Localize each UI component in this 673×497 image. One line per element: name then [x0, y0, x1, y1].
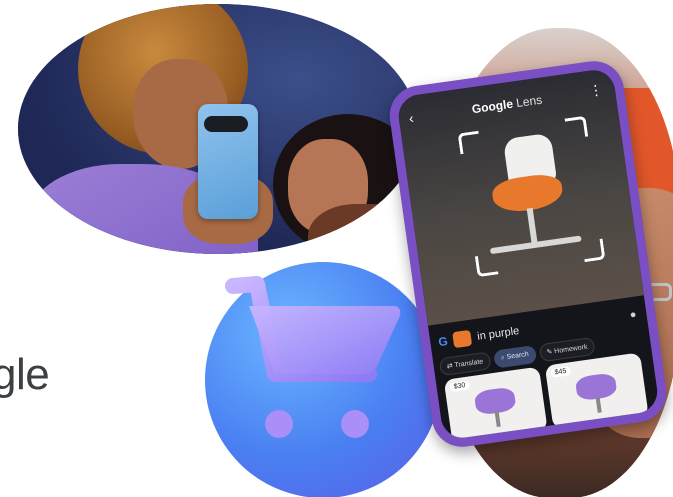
partial-heading-text: gle [0, 350, 50, 399]
result-card[interactable]: $30 [443, 366, 548, 441]
google-g-icon: G [437, 334, 449, 350]
image-thumbnail [452, 329, 473, 349]
camera-viewfinder: ‹ Google Lens ⋮ [395, 67, 644, 326]
shopping-cart-badge [205, 262, 441, 497]
chip-label: Translate [454, 358, 484, 370]
chair-post [526, 207, 538, 245]
camera-bar-icon [204, 116, 248, 132]
selection-corner-bottom-right[interactable] [581, 238, 606, 263]
result-price: $45 [550, 366, 571, 378]
selection-corner-top-right[interactable] [564, 115, 589, 140]
pixel-phone [198, 104, 258, 219]
chip-search[interactable]: ⌕ Search [492, 344, 537, 369]
shopping-cart-icon [225, 276, 401, 438]
friends-photo [18, 4, 418, 254]
app-title-product: Lens [511, 92, 543, 111]
result-price: $30 [449, 380, 470, 393]
promo-collage: gle ‹ Google Lens ⋮ G in purple ● ⇄ Tran… [0, 0, 673, 497]
lens-screen: ‹ Google Lens ⋮ G in purple ● ⇄ Translat… [395, 67, 661, 441]
phone-mockup: ‹ Google Lens ⋮ G in purple ● ⇄ Translat… [385, 57, 671, 451]
selection-corner-bottom-left[interactable] [474, 253, 499, 278]
result-card[interactable]: $45 [544, 352, 649, 430]
mic-icon[interactable]: ● [629, 309, 637, 322]
selection-corner-top-left[interactable] [457, 130, 482, 155]
chip-homework[interactable]: ✎ Homework [538, 336, 596, 363]
app-title-brand: Google [470, 96, 514, 117]
chip-label: Homework [553, 343, 588, 356]
more-options-icon[interactable]: ⋮ [588, 81, 604, 100]
search-query: in purple [476, 325, 521, 343]
chip-label: Search [506, 350, 530, 361]
chair-leg [494, 410, 501, 428]
second-person-jacket [308, 204, 418, 254]
back-icon[interactable]: ‹ [408, 110, 415, 126]
app-title: Google Lens [471, 93, 543, 117]
chair-leg [595, 396, 602, 413]
chip-translate[interactable]: ⇄ Translate [438, 351, 492, 377]
